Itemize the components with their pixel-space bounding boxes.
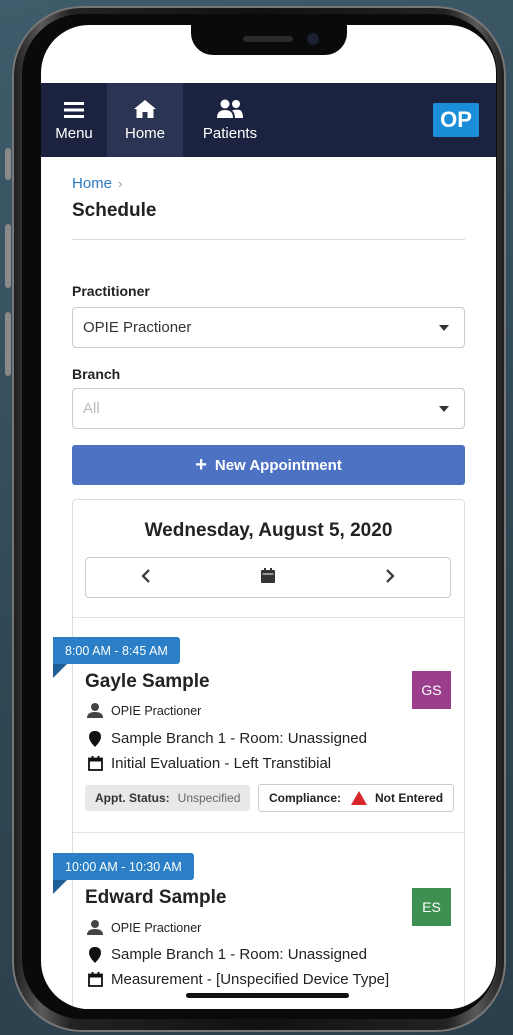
divider	[72, 239, 465, 240]
divider	[73, 617, 464, 618]
chevron-right-icon	[385, 567, 395, 588]
new-appointment-button[interactable]: + New Appointment	[72, 445, 465, 485]
tag-fold	[53, 664, 67, 678]
breadcrumb-home-link[interactable]: Home	[72, 175, 112, 192]
volume-down-button	[5, 312, 11, 376]
user-icon	[85, 920, 105, 935]
nav-menu-label: Menu	[55, 124, 93, 142]
nav-menu[interactable]: Menu	[41, 83, 107, 157]
practitioner-name: OPIE Practioner	[111, 920, 202, 935]
breadcrumb: Home ›	[72, 175, 122, 192]
nav-patients-label: Patients	[202, 124, 258, 142]
page-title: Schedule	[72, 200, 157, 221]
patient-avatar: GS	[412, 671, 451, 709]
location-text: Sample Branch 1 - Room: Unassigned	[111, 946, 367, 963]
calendar-outline-icon	[85, 756, 105, 771]
appointment-time-tag: 8:00 AM - 8:45 AM	[53, 637, 180, 664]
map-marker-icon	[85, 946, 105, 963]
top-navbar: Menu Home Patients OP	[41, 83, 496, 157]
practitioner-select[interactable]: OPIE Practioner	[72, 307, 465, 348]
patient-name[interactable]: Edward Sample	[85, 887, 227, 909]
practitioner-label: Practitioner	[72, 283, 150, 299]
camera	[307, 33, 319, 45]
appointment-type: Initial Evaluation - Left Transtibial	[85, 755, 331, 772]
status-value: Unspecified	[177, 791, 241, 805]
schedule-card: Wednesday, August 5, 2020 8:00 AM - 8:45…	[53, 499, 465, 1009]
nav-patients[interactable]: Patients	[183, 83, 277, 157]
nav-home[interactable]: Home	[107, 83, 183, 157]
previous-day-button[interactable]	[86, 558, 206, 597]
users-icon	[216, 99, 244, 125]
user-icon	[85, 703, 105, 718]
compliance-value: Not Entered	[375, 791, 444, 805]
patient-avatar: ES	[412, 888, 451, 926]
plus-icon: +	[195, 453, 207, 476]
warning-triangle-icon	[351, 791, 368, 805]
appointment-type: Measurement - [Unspecified Device Type]	[85, 971, 389, 988]
branch-select[interactable]: All	[72, 388, 465, 429]
date-navigator	[85, 557, 451, 598]
appointment-practitioner: OPIE Practioner	[85, 920, 201, 935]
phone-screen: Menu Home Patients OP Home › Schedule Pra…	[41, 25, 496, 1009]
tag-fold	[53, 880, 67, 894]
compliance-badge[interactable]: Compliance: Not Entered	[258, 784, 455, 812]
appointment-location: Sample Branch 1 - Room: Unassigned	[85, 730, 367, 747]
appointment-time-tag: 10:00 AM - 10:30 AM	[53, 853, 194, 880]
appointment-type-text: Initial Evaluation - Left Transtibial	[111, 755, 332, 772]
home-indicator	[186, 993, 349, 998]
calendar-outline-icon	[85, 972, 105, 987]
hamburger-icon	[64, 99, 84, 125]
notch	[191, 25, 347, 55]
appointment-practitioner: OPIE Practioner	[85, 703, 201, 718]
volume-up-button	[5, 224, 11, 288]
mute-switch	[5, 148, 11, 180]
chevron-left-icon	[141, 567, 151, 588]
calendar-icon	[261, 567, 275, 588]
practitioner-select-value: OPIE Practioner	[83, 319, 192, 336]
status-key: Appt. Status:	[95, 791, 170, 805]
location-text: Sample Branch 1 - Room: Unassigned	[111, 730, 367, 747]
branch-select-placeholder: All	[83, 400, 100, 417]
branch-label: Branch	[72, 366, 121, 382]
next-day-button[interactable]	[330, 558, 450, 597]
new-appointment-label: New Appointment	[214, 456, 342, 474]
speaker	[243, 36, 293, 42]
app-logo[interactable]: OP	[433, 103, 479, 137]
divider	[73, 832, 464, 833]
appointment-location: Sample Branch 1 - Room: Unassigned	[85, 946, 367, 963]
schedule-date: Wednesday, August 5, 2020	[144, 520, 393, 541]
compliance-key: Compliance:	[269, 791, 342, 805]
calendar-button[interactable]	[208, 558, 328, 597]
appointment-type-text: Measurement - [Unspecified Device Type]	[111, 971, 390, 988]
patient-name[interactable]: Gayle Sample	[85, 671, 210, 693]
caret-down-icon	[439, 406, 449, 412]
map-marker-icon	[85, 730, 105, 747]
home-icon	[133, 99, 157, 125]
appointment-status-badge[interactable]: Appt. Status: Unspecified	[85, 785, 251, 811]
nav-home-label: Home	[124, 124, 165, 142]
practitioner-name: OPIE Practioner	[111, 703, 202, 718]
chevron-right-icon: ›	[118, 176, 123, 191]
caret-down-icon	[439, 325, 449, 331]
